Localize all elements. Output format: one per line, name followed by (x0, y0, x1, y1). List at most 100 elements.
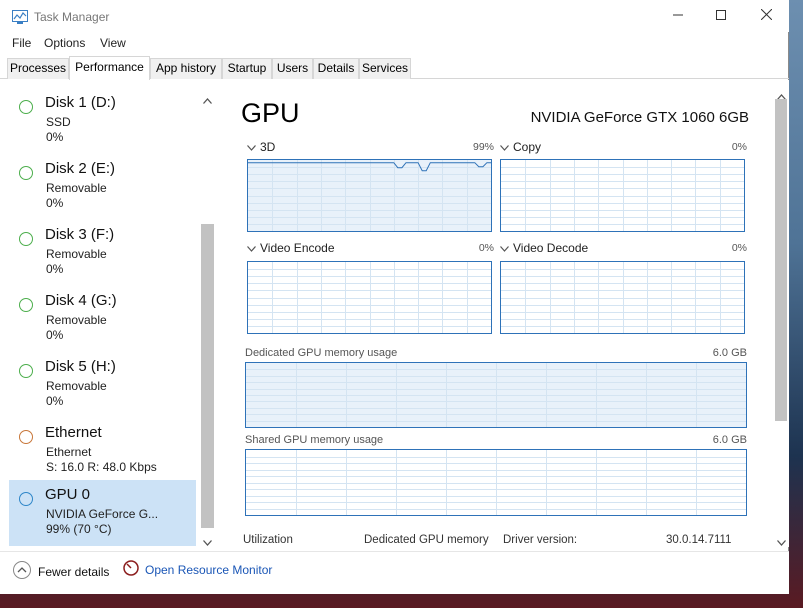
sidebar-item-type: SSD (46, 115, 71, 129)
status-circle-icon (19, 364, 33, 378)
sidebar-scroll-thumb[interactable] (201, 224, 214, 528)
sidebar-item-disk-3[interactable]: Disk 3 (F:) Removable 0% (9, 220, 196, 286)
engine-percent: 0% (731, 141, 747, 153)
sidebar-item-name: Disk 4 (G:) (45, 292, 117, 309)
graph-copy (500, 159, 745, 232)
scroll-down-icon[interactable] (777, 535, 786, 549)
tab-app-history[interactable]: App history (150, 58, 222, 79)
status-circle-icon (19, 298, 33, 312)
title-bar: Task Manager (0, 0, 789, 32)
driver-version-label: Driver version: (503, 534, 578, 546)
minimize-button[interactable] (655, 0, 701, 32)
main-scroll-thumb[interactable] (775, 99, 787, 421)
open-resource-monitor-link[interactable]: Open Resource Monitor (123, 560, 272, 579)
sidebar-item-disk-4[interactable]: Disk 4 (G:) Removable 0% (9, 286, 196, 352)
graph-grid (246, 363, 746, 427)
minimize-icon (673, 9, 683, 23)
footer-bar: Fewer details Open Resource Monitor (0, 551, 789, 594)
shared-memory-label: Shared GPU memory usage (245, 434, 384, 446)
sidebar-item-value: 0% (46, 130, 64, 144)
gpu-panel: GPU NVIDIA GeForce GTX 1060 6GB 3D 99% C… (216, 80, 773, 547)
status-circle-icon (19, 492, 33, 506)
fewer-details-button[interactable]: Fewer details (12, 560, 109, 583)
graph-video-encode (247, 261, 492, 334)
engine-label: Copy (513, 140, 542, 154)
sidebar-item-name: Ethernet (45, 424, 102, 441)
driver-version-value: 30.0.14.7111 (666, 534, 732, 546)
sidebar-item-type: Removable (46, 379, 107, 393)
engine-selector-3d[interactable]: 3D (247, 140, 275, 154)
close-button[interactable] (743, 0, 789, 32)
sidebar-item-name: GPU 0 (45, 486, 91, 503)
sidebar-item-name: Disk 3 (F:) (45, 226, 115, 243)
engine-selector-video-encode[interactable]: Video Encode (247, 241, 335, 255)
task-manager-icon (12, 10, 28, 24)
utilization-label: Utilization (243, 534, 293, 546)
engine-selector-copy[interactable]: Copy (500, 140, 541, 154)
chevron-down-icon (500, 140, 509, 154)
tab-bar: Processes Performance App history Startu… (0, 56, 789, 80)
scroll-up-icon[interactable] (203, 93, 212, 107)
maximize-button[interactable] (698, 0, 744, 32)
sidebar-item-name: Disk 1 (D:) (45, 94, 116, 111)
scroll-down-icon[interactable] (203, 535, 212, 547)
graph-dedicated-memory (245, 362, 747, 428)
tab-startup[interactable]: Startup (222, 58, 272, 79)
graph-video-decode (500, 261, 745, 334)
shared-memory-max: 6.0 GB (712, 434, 747, 446)
main-scrollbar[interactable] (773, 80, 789, 547)
status-circle-icon (19, 430, 33, 444)
sidebar-item-value: 0% (46, 394, 64, 408)
resource-monitor-icon (123, 560, 139, 579)
sidebar-item-type: NVIDIA GeForce G... (46, 507, 159, 521)
sidebar-item-value: 0% (46, 196, 64, 210)
performance-sidebar: Disk 1 (D:) SSD 0% Disk 2 (E:) Removable… (0, 80, 216, 547)
open-resource-monitor-label: Open Resource Monitor (145, 562, 273, 577)
sidebar-item-disk-5[interactable]: Disk 5 (H:) Removable 0% (9, 352, 196, 418)
chevron-down-icon (247, 140, 256, 154)
menu-bar: File Options View (0, 32, 789, 54)
engine-percent: 0% (731, 242, 747, 254)
graph-grid (501, 262, 744, 333)
menu-view[interactable]: View (100, 36, 126, 50)
graph-3d (247, 159, 492, 232)
sidebar-item-disk-1[interactable]: Disk 1 (D:) SSD 0% (9, 88, 196, 154)
tab-details[interactable]: Details (313, 58, 359, 79)
close-icon (760, 8, 772, 23)
sidebar-item-value: S: 16.0 R: 48.0 Kbps (46, 460, 157, 474)
graph-grid (246, 450, 746, 515)
status-circle-icon (19, 232, 33, 246)
page-title: GPU (241, 98, 300, 128)
sidebar-item-name: Disk 2 (E:) (45, 160, 116, 177)
sidebar-item-ethernet[interactable]: Ethernet Ethernet S: 16.0 R: 48.0 Kbps (9, 418, 196, 484)
sidebar-item-name: Disk 5 (H:) (45, 358, 116, 375)
tab-services[interactable]: Services (359, 58, 411, 79)
sidebar-item-value: 0% (46, 328, 64, 342)
sidebar-item-value: 0% (46, 262, 64, 276)
graph-grid (501, 160, 744, 231)
tab-users[interactable]: Users (272, 58, 313, 79)
status-circle-icon (19, 166, 33, 180)
tab-performance[interactable]: Performance (69, 56, 150, 80)
engine-label: Video Encode (260, 241, 335, 255)
utilization-line (248, 162, 491, 172)
menu-file[interactable]: File (12, 36, 31, 50)
sidebar-item-type: Ethernet (46, 445, 92, 459)
sidebar-item-disk-2[interactable]: Disk 2 (E:) Removable 0% (9, 154, 196, 220)
sidebar-item-value: 99% (70 °C) (46, 522, 112, 536)
sidebar-item-type: Removable (46, 313, 107, 327)
sidebar-scrollbar[interactable] (200, 90, 215, 547)
sidebar-item-gpu-0[interactable]: GPU 0 NVIDIA GeForce G... 99% (70 °C) (9, 480, 196, 546)
tab-processes[interactable]: Processes (7, 58, 69, 79)
engine-percent: 99% (472, 141, 494, 153)
window-title: Task Manager (34, 10, 110, 24)
engine-label: 3D (260, 140, 276, 154)
engine-selector-video-decode[interactable]: Video Decode (500, 241, 588, 255)
graph-grid (248, 262, 491, 333)
chevron-down-icon (500, 241, 509, 255)
engine-label: Video Decode (513, 241, 589, 255)
engine-percent: 0% (478, 242, 494, 254)
task-manager-window: Task Manager File Options View Processes… (0, 0, 789, 594)
menu-options[interactable]: Options (44, 36, 85, 50)
status-circle-icon (19, 100, 33, 114)
